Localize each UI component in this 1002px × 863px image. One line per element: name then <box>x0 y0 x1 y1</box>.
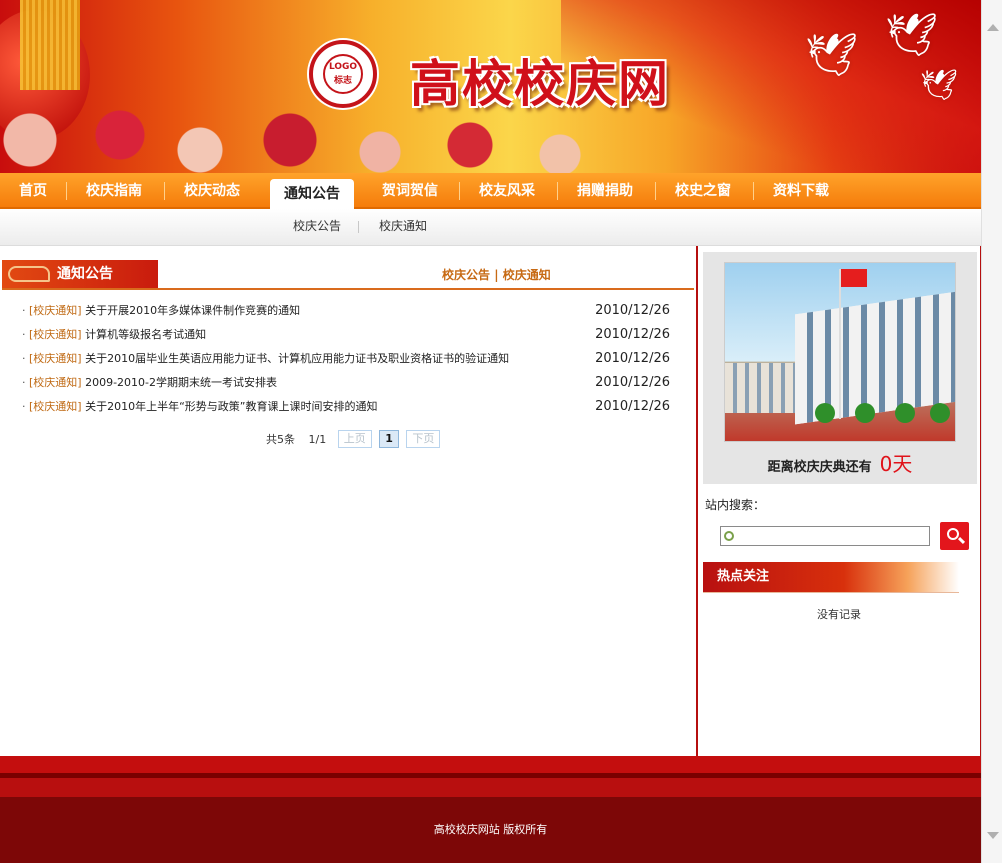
bullet-icon: · <box>22 352 29 365</box>
section-title: 通知公告 <box>57 266 113 282</box>
pagination: 共5条 1/1 上页 1 下页 <box>266 430 441 450</box>
pager-total: 共5条 <box>266 433 295 446</box>
search-button[interactable] <box>940 522 969 550</box>
pager-pages: 1/1 <box>308 432 327 446</box>
nav-item-guide[interactable]: 校庆指南 <box>86 173 142 209</box>
item-title[interactable]: 关于2010年上半年“形势与政策”教育课上课时间安排的通知 <box>85 400 377 413</box>
footer: 高校校庆网站 版权所有 <box>0 797 981 863</box>
countdown-value: 0天 <box>879 452 913 476</box>
item-category[interactable]: [校庆通知] <box>29 352 82 365</box>
pager-prev-button[interactable]: 上页 <box>337 430 372 448</box>
section-header: 通知公告 校庆公告 | 校庆通知 <box>2 260 694 290</box>
nav-divider <box>557 182 558 200</box>
item-category[interactable]: [校庆通知] <box>29 400 82 413</box>
item-title[interactable]: 计算机等级报名考试通知 <box>85 328 206 341</box>
list-item: · [校庆通知] 关于2010届毕业生英语应用能力证书、计算机应用能力证书及职业… <box>22 350 672 374</box>
list-item: · [校庆通知] 关于开展2010年多媒体课件制作竞赛的通知 2010/12/2… <box>22 302 672 326</box>
section-link-announcement[interactable]: 校庆公告 <box>442 268 490 282</box>
scrollbar[interactable] <box>981 0 1002 863</box>
site-title: 高校校庆网 <box>410 54 670 113</box>
item-category[interactable]: [校庆通知] <box>29 304 82 317</box>
pager-page-1[interactable]: 1 <box>379 430 399 448</box>
item-date: 2010/12/26 <box>595 303 670 318</box>
nav-divider <box>655 182 656 200</box>
cloud-icon <box>8 266 50 282</box>
sub-nav: 校庆公告 校庆通知 <box>0 209 981 246</box>
dove-icon: 🕊 <box>885 10 939 59</box>
notice-list: · [校庆通知] 关于开展2010年多媒体课件制作竞赛的通知 2010/12/2… <box>22 302 672 422</box>
pager-next-button[interactable]: 下页 <box>406 430 441 448</box>
subnav-divider <box>358 221 359 233</box>
nav-item-notices[interactable]: 通知公告 <box>270 179 354 211</box>
item-category[interactable]: [校庆通知] <box>29 376 82 389</box>
logo-text-top: LOGO <box>328 62 358 72</box>
nav-item-history[interactable]: 校史之窗 <box>675 173 731 209</box>
item-date: 2010/12/26 <box>595 375 670 390</box>
flagpole <box>839 269 841 419</box>
tree-icon <box>895 403 915 423</box>
countdown: 距离校庆庆典还有 0天 <box>703 448 977 477</box>
bullet-icon: · <box>22 376 29 389</box>
main-content: 通知公告 校庆公告 | 校庆通知 · [校庆通知] 关于开展2010年多媒体课件… <box>0 246 698 756</box>
search-icon-handle <box>957 536 966 545</box>
section-links: 校庆公告 | 校庆通知 <box>442 266 551 283</box>
flag-icon <box>841 269 867 287</box>
sidebar: 距离校庆庆典还有 0天 站内搜索： 热点关注 没有记录 <box>700 246 981 756</box>
section-title-tab: 通知公告 <box>2 260 158 288</box>
site-logo[interactable]: LOGO 标志 <box>309 40 377 108</box>
tree-icon <box>855 403 875 423</box>
list-item: · [校庆通知] 计算机等级报名考试通知 2010/12/26 <box>22 326 672 350</box>
header-banner: LOGO 标志 高校校庆网 🕊 🕊 🕊 <box>0 0 981 173</box>
hot-topics-divider <box>703 592 959 593</box>
hot-topics-header: 热点关注 <box>703 562 959 592</box>
item-title[interactable]: 2009-2010-2学期期末统一考试安排表 <box>85 376 277 389</box>
nav-item-downloads[interactable]: 资料下载 <box>773 173 829 209</box>
search-field-icon <box>724 531 734 541</box>
bullet-icon: · <box>22 304 29 317</box>
nav-item-alumni[interactable]: 校友风采 <box>479 173 535 209</box>
bullet-icon: · <box>22 400 29 413</box>
bullet-icon: · <box>22 328 29 341</box>
logo-emblem: LOGO 标志 <box>323 54 363 94</box>
list-item: · [校庆通知] 2009-2010-2学期期末统一考试安排表 2010/12/… <box>22 374 672 398</box>
logo-text-bottom: 标志 <box>333 76 352 86</box>
dove-icon: 🕊 <box>805 30 859 79</box>
footer-stripe <box>0 756 981 773</box>
footer-copyright: 高校校庆网站 版权所有 <box>433 823 548 836</box>
footer-stripe <box>0 778 981 797</box>
nav-item-home[interactable]: 首页 <box>19 173 47 209</box>
item-date: 2010/12/26 <box>595 399 670 414</box>
nav-divider <box>66 182 67 200</box>
tree-icon <box>930 403 950 423</box>
hot-topics-empty: 没有记录 <box>817 608 861 621</box>
search-input[interactable] <box>720 526 930 546</box>
nav-divider <box>459 182 460 200</box>
countdown-box: 距离校庆庆典还有 0天 <box>703 252 977 484</box>
campus-photo <box>724 262 956 442</box>
item-date: 2010/12/26 <box>595 351 670 366</box>
nav-divider <box>753 182 754 200</box>
nav-item-greetings[interactable]: 贺词贺信 <box>382 173 438 209</box>
item-date: 2010/12/26 <box>595 327 670 342</box>
nav-item-donation[interactable]: 捐赠捐助 <box>577 173 633 209</box>
tassel-decoration <box>20 0 80 90</box>
subnav-item-notice[interactable]: 校庆通知 <box>379 209 427 243</box>
tree-icon <box>815 403 835 423</box>
section-link-notice[interactable]: 校庆通知 <box>503 268 551 282</box>
item-title[interactable]: 关于2010届毕业生英语应用能力证书、计算机应用能力证书及职业资格证书的验证通知 <box>85 352 509 365</box>
section-link-separator: | <box>494 268 499 282</box>
scroll-up-icon[interactable] <box>987 24 999 31</box>
item-category[interactable]: [校庆通知] <box>29 328 82 341</box>
dove-icon: 🕊 <box>920 68 959 103</box>
main-nav: 首页 校庆指南 校庆动态 通知公告 贺词贺信 校友风采 捐赠捐助 校史之窗 资料… <box>0 173 981 211</box>
item-title[interactable]: 关于开展2010年多媒体课件制作竞赛的通知 <box>85 304 300 317</box>
scroll-down-icon[interactable] <box>987 832 999 839</box>
search-label: 站内搜索： <box>705 498 766 512</box>
nav-divider <box>164 182 165 200</box>
countdown-label: 距离校庆庆典还有 <box>767 460 872 475</box>
building-left <box>725 363 800 413</box>
nav-item-news[interactable]: 校庆动态 <box>184 173 240 209</box>
subnav-item-announcement[interactable]: 校庆公告 <box>293 209 341 243</box>
list-item: · [校庆通知] 关于2010年上半年“形势与政策”教育课上课时间安排的通知 2… <box>22 398 672 422</box>
